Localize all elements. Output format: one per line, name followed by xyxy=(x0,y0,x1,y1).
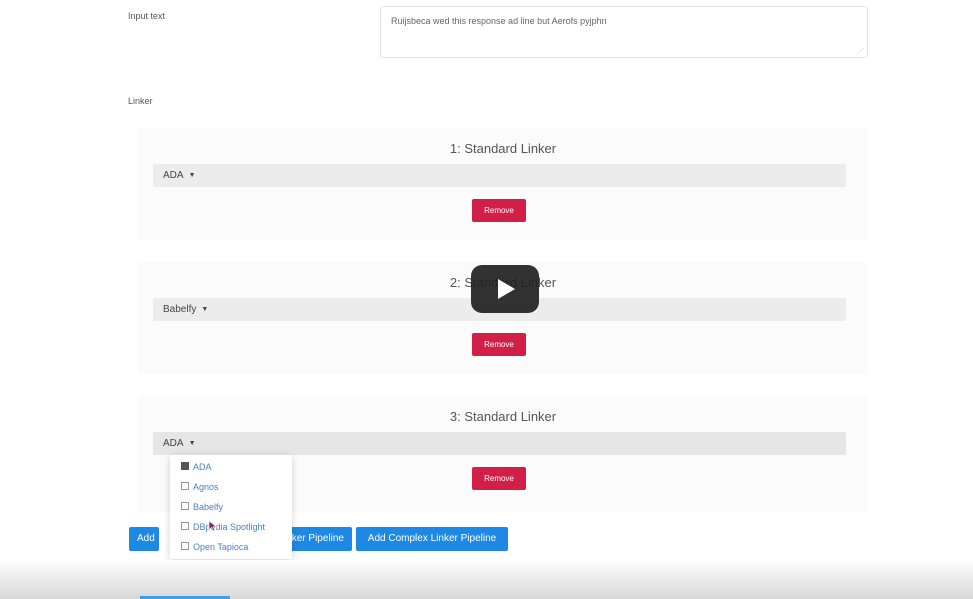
play-icon xyxy=(498,279,515,299)
chevron-down-icon: ▼ xyxy=(188,172,196,179)
input-text-value: Ruijsbeca wed this response ad line but … xyxy=(391,16,607,26)
mouse-pointer-icon xyxy=(208,520,218,532)
checkbox-icon xyxy=(181,502,189,510)
checkbox-icon xyxy=(181,462,189,470)
remove-button[interactable]: Remove xyxy=(472,199,526,222)
linker-select[interactable]: ADA ▼ xyxy=(153,164,846,187)
linker-card-title: 3: Standard Linker xyxy=(449,409,557,424)
linker-dropdown-menu: ADA Agnos Babelfy DBpedia Spotlight Open… xyxy=(170,455,292,559)
video-play-button[interactable] xyxy=(471,265,539,313)
add-complex-linker-pipeline-button[interactable]: Add Complex Linker Pipeline xyxy=(356,527,508,551)
dropdown-option-babelfy[interactable]: Babelfy xyxy=(181,502,223,512)
input-text-label: Input text xyxy=(128,11,166,21)
linker-card-title: 1: Standard Linker xyxy=(449,141,557,156)
bottom-fade xyxy=(0,560,973,599)
checkbox-icon xyxy=(181,522,189,530)
dropdown-option-ada[interactable]: ADA xyxy=(181,462,212,472)
dropdown-option-dbpedia-spotlight[interactable]: DBpedia Spotlight xyxy=(181,522,265,532)
linker-select[interactable]: ADA ▼ xyxy=(153,432,846,455)
add-linker-button[interactable]: Add xyxy=(129,527,159,551)
linker-label: Linker xyxy=(128,96,153,106)
linker-select-value: ADA xyxy=(163,438,184,449)
resize-grip-icon[interactable]: ⋰ xyxy=(857,48,864,55)
input-text-field[interactable]: Ruijsbeca wed this response ad line but … xyxy=(380,6,868,58)
remove-button[interactable]: Remove xyxy=(472,333,526,356)
checkbox-icon xyxy=(181,482,189,490)
checkbox-icon xyxy=(181,542,189,550)
linker-select-value: ADA xyxy=(163,170,184,181)
linker-select-value: Babelfy xyxy=(163,304,197,315)
remove-button[interactable]: Remove xyxy=(472,467,526,490)
dropdown-option-agnos[interactable]: Agnos xyxy=(181,482,219,492)
linker-card-1: 1: Standard Linker ADA ▼ Remove xyxy=(138,128,868,240)
chevron-down-icon: ▼ xyxy=(201,306,209,313)
dropdown-option-open-tapioca[interactable]: Open Tapioca xyxy=(181,542,248,552)
chevron-down-icon: ▼ xyxy=(188,440,196,447)
